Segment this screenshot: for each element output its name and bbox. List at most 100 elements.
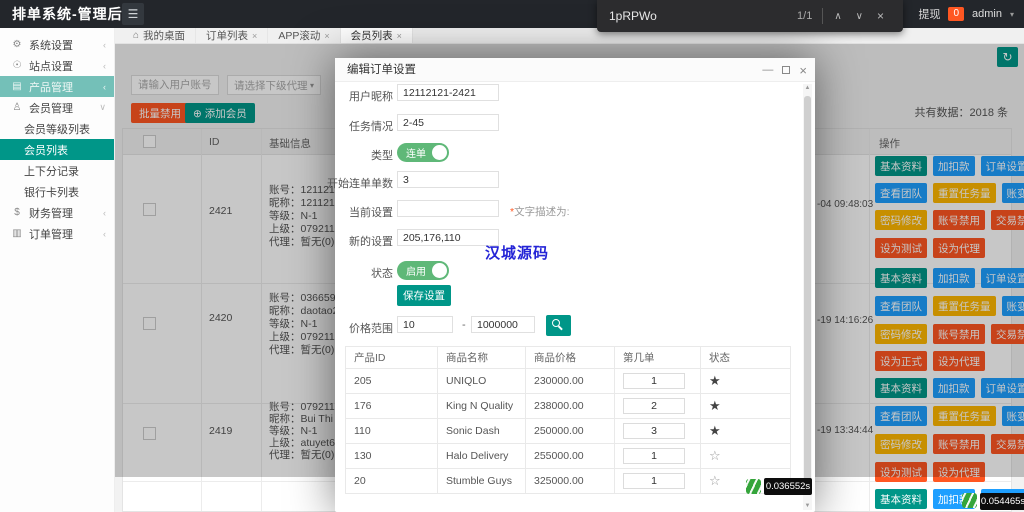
task-input[interactable] (397, 114, 499, 131)
chevron-down-icon: ▾ (1009, 9, 1014, 19)
product-name: Stumble Guys (437, 468, 526, 494)
price-min-input[interactable] (397, 316, 453, 333)
sidebar: ⚙ 系统设置 ‹ ☉ 站点设置 ‹ ▤ 产品管理 ‹ ♙ 会员管理 ∨ 会员等级… (0, 28, 115, 512)
current-setting-input[interactable] (397, 200, 499, 217)
star-filled-icon[interactable]: ★ (709, 398, 721, 413)
product-id: 130 (345, 443, 438, 469)
sidebar-item-product-management[interactable]: ▤ 产品管理 ‹ (0, 76, 114, 97)
product-price: 255000.00 (525, 443, 615, 469)
order-number-input[interactable] (623, 398, 685, 414)
star-empty-icon[interactable]: ☆ (709, 473, 721, 488)
nickname-input[interactable] (397, 84, 499, 101)
minimize-icon[interactable]: — (762, 64, 773, 76)
product-row: 110 Sonic Dash 250000.00 ★ (345, 418, 791, 444)
field-label: 类型 (371, 150, 393, 162)
scroll-down-icon[interactable]: ▼ (803, 503, 812, 509)
chevron-left-icon: ‹ (103, 39, 106, 50)
product-name: Halo Delivery (437, 443, 526, 469)
sidebar-item-member-management[interactable]: ♙ 会员管理 ∨ (0, 97, 114, 118)
field-label: 价格范围 (349, 323, 393, 335)
basic-info-button[interactable]: 基本资料 (875, 489, 927, 509)
home-icon: ⌂ (133, 30, 140, 41)
member-icon: ♙ (12, 102, 22, 113)
order-number-input[interactable] (623, 373, 685, 389)
tab-desktop[interactable]: ⌂ 我的桌面 (123, 28, 197, 43)
sidebar-item-system-settings[interactable]: ⚙ 系统设置 ‹ (0, 34, 114, 55)
user-menu[interactable]: admin (972, 8, 1002, 20)
debug-timer-tooltip: 0.036552s (764, 478, 812, 495)
new-setting-input[interactable] (397, 229, 499, 246)
scroll-up-icon[interactable]: ▲ (803, 85, 812, 91)
tab-member-list[interactable]: 会员列表 × (340, 28, 413, 43)
app-title: 排单系统-管理后台 (12, 6, 138, 22)
product-id: 176 (345, 393, 438, 419)
sidebar-item-member-level-list[interactable]: 会员等级列表 (0, 118, 114, 139)
star-empty-icon[interactable]: ☆ (709, 448, 721, 463)
find-close-button[interactable]: × (870, 9, 891, 23)
sidebar-item-site-settings[interactable]: ☉ 站点设置 ‹ (0, 55, 114, 76)
sidebar-item-order-management[interactable]: ▥ 订单管理 ‹ (0, 223, 114, 244)
product-id: 110 (345, 418, 438, 444)
scrollbar-thumb[interactable] (804, 96, 811, 491)
gear-icon: ⚙ (12, 39, 22, 50)
withdraw-badge[interactable]: 0 (948, 7, 965, 21)
product-price: 230000.00 (525, 368, 615, 394)
product-row: 20 Stumble Guys 325000.00 ☆ (345, 468, 791, 494)
tab-order-list[interactable]: 订单列表 × (196, 28, 269, 43)
sidebar-item-finance-management[interactable]: $ 财务管理 ‹ (0, 202, 114, 223)
save-settings-button[interactable]: 保存设置 (397, 285, 451, 306)
divider (822, 8, 824, 24)
close-icon[interactable]: × (252, 31, 257, 41)
price-search-button[interactable] (546, 315, 571, 336)
search-icon (552, 319, 560, 327)
product-id: 205 (345, 368, 438, 394)
edit-order-settings-modal: 编辑订单设置 — × 用户昵称 任务情况 类型 连单 开始连单单数 当前设置 *… (327, 58, 815, 512)
maximize-icon[interactable] (782, 66, 791, 74)
field-label: 当前设置 (349, 207, 393, 219)
product-price: 325000.00 (525, 468, 615, 494)
product-table: 产品ID商品名称商品价格第几单状态 205 UNIQLO 230000.00 ★… (345, 346, 791, 494)
status-toggle[interactable]: 启用 (397, 261, 449, 280)
star-filled-icon[interactable]: ★ (709, 373, 721, 388)
debug-timer-icon[interactable] (962, 493, 977, 508)
product-table-header: 产品ID 商品名称 商品价格 第几单 状态 (345, 346, 791, 369)
sidebar-item-bank-card-list[interactable]: 银行卡列表 (0, 181, 114, 202)
close-icon[interactable]: × (324, 31, 329, 41)
sidebar-item-score-records[interactable]: 上下分记录 (0, 160, 114, 181)
product-name: King N Quality (437, 393, 526, 419)
find-query[interactable]: 1pRPWo (609, 9, 797, 23)
chevron-left-icon: ‹ (103, 60, 106, 71)
debug-timer-icon[interactable] (746, 479, 761, 494)
modal-title: 编辑订单设置 (347, 64, 416, 76)
tab-app-scroll[interactable]: APP滚动 × (268, 28, 341, 43)
type-toggle[interactable]: 连单 (397, 143, 449, 162)
withdraw-link[interactable]: 提现 (918, 6, 940, 22)
order-number-input[interactable] (623, 448, 685, 464)
find-next-button[interactable]: ∨ (849, 11, 870, 22)
chevron-down-icon: ∨ (99, 102, 106, 112)
product-name: Sonic Dash (437, 418, 526, 444)
finance-icon: $ (14, 207, 20, 218)
product-row: 176 King N Quality 238000.00 ★ (345, 393, 791, 419)
price-max-input[interactable] (471, 316, 535, 333)
product-icon: ▤ (12, 81, 22, 92)
order-number-input[interactable] (623, 473, 685, 489)
sidebar-item-member-list[interactable]: 会员列表 (0, 139, 114, 160)
modal-scrollbar[interactable]: ▲ ▼ (803, 84, 812, 510)
find-prev-button[interactable]: ∧ (827, 11, 848, 22)
menu-toggle-icon[interactable]: ☰ (122, 3, 144, 25)
product-name: UNIQLO (437, 368, 526, 394)
start-count-input[interactable] (397, 171, 499, 188)
chevron-left-icon: ‹ (103, 228, 106, 239)
close-icon[interactable]: × (799, 63, 807, 78)
order-number-input[interactable] (623, 423, 685, 439)
close-icon[interactable]: × (397, 31, 402, 41)
field-note: *文字描述为: (510, 206, 570, 218)
app-window: 排单系统-管理后台 ☰ 提现 0 admin ▾ 1pRPWo 1/1 ∧ ∨ … (0, 0, 1024, 512)
find-match-count: 1/1 (797, 10, 813, 22)
field-label: 用户昵称 (349, 91, 393, 103)
debug-timer-tooltip: 0.054465s (980, 493, 1024, 510)
order-icon: ▥ (12, 228, 22, 239)
star-filled-icon[interactable]: ★ (709, 423, 721, 438)
field-label: 状态 (371, 268, 393, 280)
